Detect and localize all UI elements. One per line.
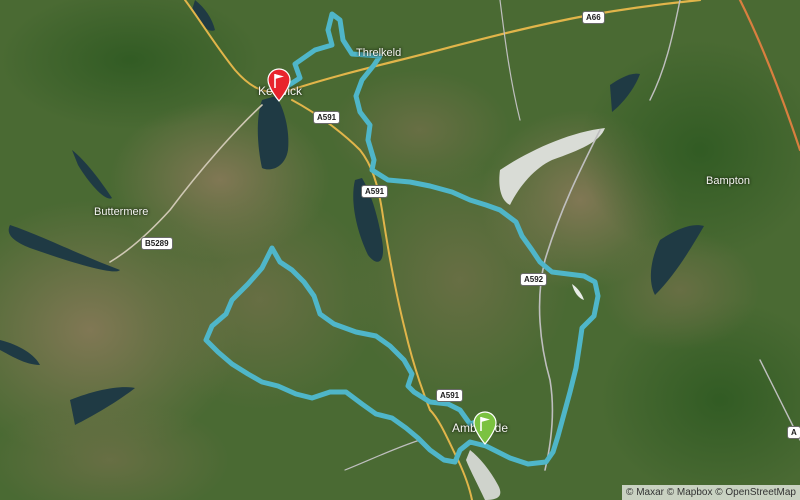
route-line[interactable]: [203, 11, 601, 467]
map-canvas[interactable]: Keswick Threlkeld Buttermere Bampton Amb…: [0, 0, 800, 500]
road-shield-a592: A592: [520, 273, 548, 286]
route-start-marker[interactable]: [266, 68, 292, 102]
road-shield-a591-north: A591: [313, 111, 341, 124]
flag-icon: [473, 411, 497, 445]
road-shield-a591-south: A591: [436, 389, 464, 402]
place-label-threlkeld: Threlkeld: [356, 47, 402, 59]
road-shield-a-edge: A: [787, 426, 800, 439]
road-shield-a591-mid: A591: [361, 185, 389, 198]
route-layer[interactable]: [0, 0, 800, 500]
road-shield-a66: A66: [582, 11, 605, 24]
attribution-text[interactable]: © Maxar © Mapbox © OpenStreetMap: [626, 487, 796, 498]
road-shield-b5289: B5289: [141, 237, 173, 250]
flag-icon: [267, 68, 291, 102]
map-attribution[interactable]: © Maxar © Mapbox © OpenStreetMap: [622, 485, 800, 500]
place-label-buttermere: Buttermere: [94, 206, 149, 218]
route-end-marker[interactable]: [472, 411, 498, 445]
place-label-bampton: Bampton: [706, 175, 751, 187]
